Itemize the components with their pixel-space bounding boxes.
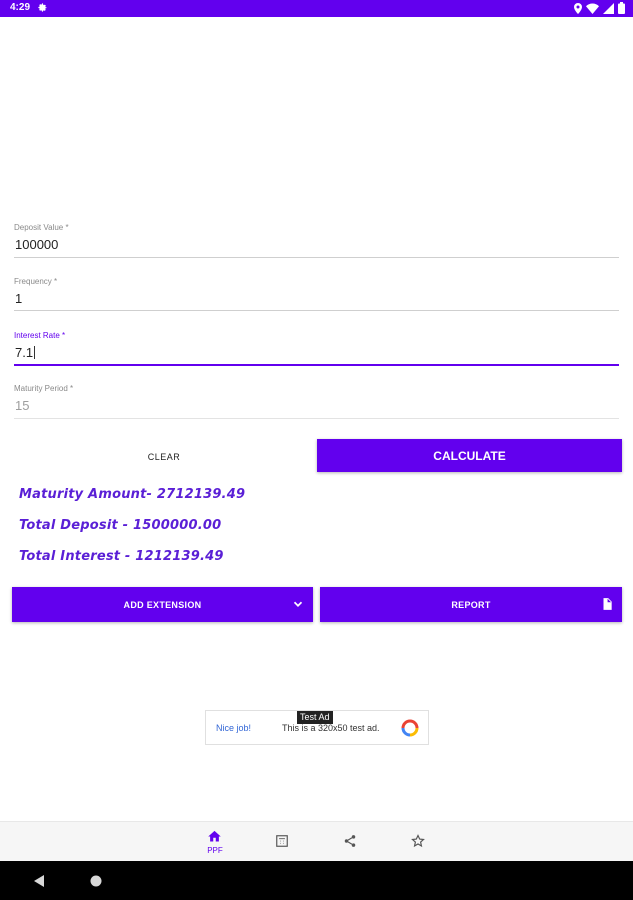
frequency-underline (14, 310, 619, 311)
maturity-amount-text: Maturity Amount- 2712139.49 (19, 487, 246, 502)
home-icon (208, 830, 221, 842)
ad-logo-icon (401, 719, 419, 737)
nav-item-ppf-label: PPF (207, 846, 223, 855)
document-icon (603, 598, 612, 610)
status-bar: 4:29 (0, 0, 633, 17)
clear-button[interactable]: CLEAR (14, 440, 314, 474)
maturity-period-label: Maturity Period * (14, 384, 74, 393)
nav-item-ppf[interactable]: PPF (195, 822, 235, 862)
signal-icon (603, 2, 614, 14)
frequency-field[interactable]: Frequency * 1 (14, 277, 619, 311)
add-extension-button[interactable]: ADD EXTENSION (12, 587, 313, 622)
chevron-down-icon (293, 601, 303, 607)
total-interest-text: Total Interest - 1212139.49 (19, 549, 224, 564)
total-deposit-text: Total Deposit - 1500000.00 (19, 518, 222, 533)
home-button-icon[interactable] (90, 875, 102, 887)
location-icon (574, 2, 582, 14)
report-button[interactable]: REPORT (320, 587, 622, 622)
test-ad-tag: Test Ad (297, 711, 333, 724)
wifi-icon (586, 3, 599, 14)
frequency-label: Frequency * (14, 277, 58, 286)
interest-rate-field[interactable]: Interest Rate * 7.1 (14, 331, 619, 366)
nav-item-calculator[interactable] (263, 822, 303, 862)
calculator-icon (276, 835, 288, 847)
battery-icon (618, 2, 625, 14)
nav-item-share[interactable] (331, 822, 371, 862)
report-label: REPORT (451, 599, 491, 610)
maturity-period-field: Maturity Period * 15 (14, 384, 619, 419)
deposit-underline (14, 257, 619, 258)
nav-item-favorite[interactable] (399, 822, 439, 862)
interest-rate-underline (14, 364, 619, 366)
system-navigation-bar (0, 861, 633, 900)
interest-rate-label: Interest Rate * (14, 331, 66, 340)
star-icon (411, 834, 425, 848)
deposit-field[interactable]: Deposit Value * 100000 (14, 223, 619, 258)
gear-icon (38, 3, 47, 12)
maturity-period-underline (14, 418, 619, 419)
text-cursor (34, 346, 36, 359)
deposit-label: Deposit Value * (14, 223, 69, 232)
deposit-input[interactable]: 100000 (15, 237, 58, 252)
ad-text: This is a 320x50 test ad. (282, 723, 380, 733)
calculate-button[interactable]: CALCULATE (317, 439, 622, 472)
interest-rate-input[interactable]: 7.1 (15, 345, 36, 360)
back-icon[interactable] (33, 875, 45, 887)
ad-nice-job: Nice job! (216, 723, 252, 733)
share-icon (344, 835, 356, 847)
add-extension-label: ADD EXTENSION (123, 599, 202, 610)
status-time: 4:29 (10, 2, 31, 13)
frequency-input[interactable]: 1 (15, 291, 22, 306)
maturity-period-input: 15 (15, 398, 30, 413)
bottom-navigation: PPF (0, 821, 633, 862)
